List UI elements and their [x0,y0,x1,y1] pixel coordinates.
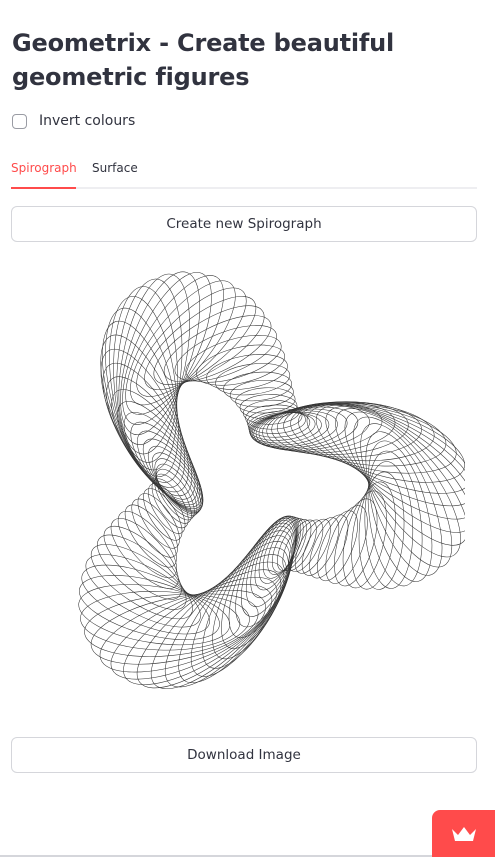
spirograph-loop [90,593,259,665]
spirograph-loop [150,561,285,689]
spirograph-loop [100,348,189,493]
spirograph-loop [360,423,453,568]
spirograph-loop [164,554,287,688]
checkbox-box[interactable] [12,113,27,129]
active-tab-indicator [11,187,76,189]
invert-colours-label: Invert colours [39,113,136,129]
spirograph-loop [178,547,289,684]
tab-spirograph-label: Spirograph [11,161,77,175]
create-spirograph-label: Create new Spirograph [166,216,322,232]
streamlit-badge[interactable] [432,810,495,857]
spirograph-figure [78,271,465,689]
spirograph-loop [163,315,272,383]
spirograph-loop [100,334,185,488]
invert-colours-checkbox[interactable]: Invert colours [12,110,135,132]
spirograph-loop [229,379,294,408]
spirograph-loop [325,505,368,584]
spirograph-loop [144,296,257,390]
spirograph-loop [342,490,387,589]
page-title: Geometrix - Create beautiful geometric f… [12,29,395,91]
spirograph-loop [80,591,241,651]
create-spirograph-button[interactable]: Create new Spirograph [11,206,477,242]
spirograph-loop [255,404,370,451]
spirograph-loop [196,344,286,386]
download-image-button[interactable]: Download Image [11,737,477,773]
spirograph-loop [102,362,193,497]
spirograph-loop [254,515,299,591]
tab-bar: Spirograph Surface [11,150,477,189]
spirograph-loop [276,402,435,462]
spirograph-loop [365,431,443,576]
spirograph-loop [90,544,193,620]
spirograph-loop [123,577,278,685]
spirograph-loop [317,510,358,582]
spirograph-loop [103,526,182,600]
spirograph-loop [262,516,302,579]
spirograph-loop [85,554,201,628]
download-image-label: Download Image [187,747,301,763]
tab-surface[interactable]: Surface [92,150,138,187]
tab-surface-label: Surface [92,161,138,175]
spirograph-loop [118,273,190,445]
spirograph-loop [111,389,198,503]
spirograph-image [30,270,465,705]
crown-icon [451,826,476,841]
spirograph-loop [351,481,396,590]
tab-spirograph[interactable]: Spirograph [11,150,77,187]
spirograph-loop [130,421,203,510]
spirograph-loop [117,511,177,578]
spirograph-loop [367,450,423,587]
